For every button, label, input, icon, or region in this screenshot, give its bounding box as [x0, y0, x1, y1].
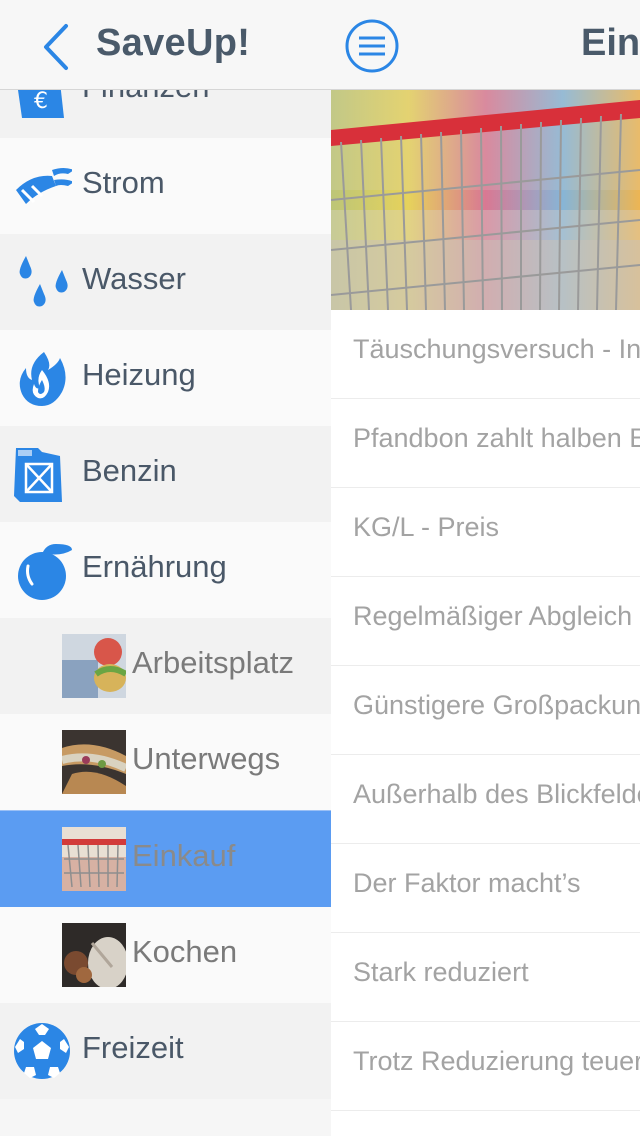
- main-header: Ein: [331, 0, 640, 90]
- tip-title: Der Faktor macht’s: [353, 868, 581, 898]
- fuel-can-icon: [12, 444, 72, 504]
- sidebar-item-label: Ernährung: [82, 549, 227, 584]
- sidebar-header: SaveUp!: [0, 0, 331, 90]
- menu-button[interactable]: [344, 18, 400, 74]
- flame-icon: [12, 348, 72, 408]
- tip-title: Regelmäßiger Abgleich: [353, 601, 633, 631]
- sidebar-item-label: Unterwegs: [132, 741, 281, 776]
- list-item[interactable]: Täuschungsversuch - In: [331, 310, 640, 399]
- list-item[interactable]: Der Faktor macht’s: [331, 844, 640, 933]
- apple-icon: [12, 540, 72, 600]
- football-icon: [12, 1021, 72, 1081]
- sidebar-item-label: Heizung: [82, 357, 196, 392]
- main-panel: Ein Täuschungsversuch - In Pfandbon zahl…: [331, 0, 640, 1136]
- tip-title: KG/L - Preis: [353, 512, 500, 542]
- sidebar-item-label: Wasser: [82, 261, 186, 296]
- shopping-cart-thumbnail: [62, 827, 126, 891]
- hero-image: [331, 90, 640, 310]
- list-item[interactable]: Pfandbon zahlt halben E: [331, 399, 640, 488]
- tips-list: Täuschungsversuch - In Pfandbon zahlt ha…: [331, 310, 640, 1111]
- tip-title: Trotz Reduzierung teuer: [353, 1046, 640, 1076]
- sidebar-subitem-arbeitsplatz[interactable]: Arbeitsplatz: [0, 618, 331, 714]
- sidebar-item-label: Strom: [82, 165, 165, 200]
- sidebar-item-benzin[interactable]: Benzin: [0, 426, 331, 522]
- tip-title: Pfandbon zahlt halben E: [353, 423, 640, 453]
- sidebar-item-label: Benzin: [82, 453, 177, 488]
- water-drops-icon: [12, 252, 72, 312]
- page-title: Ein: [581, 22, 640, 64]
- sidebar-item-strom[interactable]: Strom: [0, 138, 331, 234]
- sidebar-item-wasser[interactable]: Wasser: [0, 234, 331, 330]
- chevron-left-icon: [44, 24, 68, 70]
- cooking-thumbnail: [62, 923, 126, 987]
- sidebar-item-ernaehrung[interactable]: Ernährung: [0, 522, 331, 618]
- tip-title: Außerhalb des Blickfelde: [353, 779, 640, 809]
- sidebar-subitem-kochen[interactable]: Kochen: [0, 907, 331, 1003]
- sidebar-subitem-unterwegs[interactable]: Unterwegs: [0, 714, 331, 810]
- workplace-food-thumbnail: [62, 634, 126, 698]
- list-item[interactable]: Außerhalb des Blickfelde: [331, 755, 640, 844]
- app-title: SaveUp!: [96, 22, 251, 64]
- sidebar: € Finanzen Strom: [0, 0, 331, 1136]
- svg-text:€: €: [34, 89, 48, 114]
- plug-icon: [12, 156, 74, 216]
- back-button[interactable]: [34, 22, 78, 72]
- sidebar-item-label: Freizeit: [82, 1030, 184, 1065]
- tip-title: Günstigere Großpackun: [353, 690, 640, 720]
- sidebar-item-label: Kochen: [132, 934, 238, 969]
- sidebar-item-heizung[interactable]: Heizung: [0, 330, 331, 426]
- tip-title: Täuschungsversuch - In: [353, 334, 640, 364]
- list-item[interactable]: Stark reduziert: [331, 933, 640, 1022]
- list-item[interactable]: KG/L - Preis: [331, 488, 640, 577]
- sidebar-item-label: Arbeitsplatz: [132, 645, 294, 680]
- sidebar-item-freizeit[interactable]: Freizeit: [0, 1003, 331, 1099]
- list-item[interactable]: Günstigere Großpackun: [331, 666, 640, 755]
- sandwich-thumbnail: [62, 730, 126, 794]
- list-item[interactable]: Regelmäßiger Abgleich: [331, 577, 640, 666]
- sidebar-subitem-einkauf[interactable]: Einkauf: [0, 810, 331, 907]
- list-item[interactable]: Trotz Reduzierung teuer: [331, 1022, 640, 1111]
- sidebar-list: € Finanzen Strom: [0, 42, 331, 1099]
- hamburger-menu-icon: [345, 19, 399, 73]
- tip-title: Stark reduziert: [353, 957, 529, 987]
- sidebar-item-label: Einkauf: [132, 838, 236, 873]
